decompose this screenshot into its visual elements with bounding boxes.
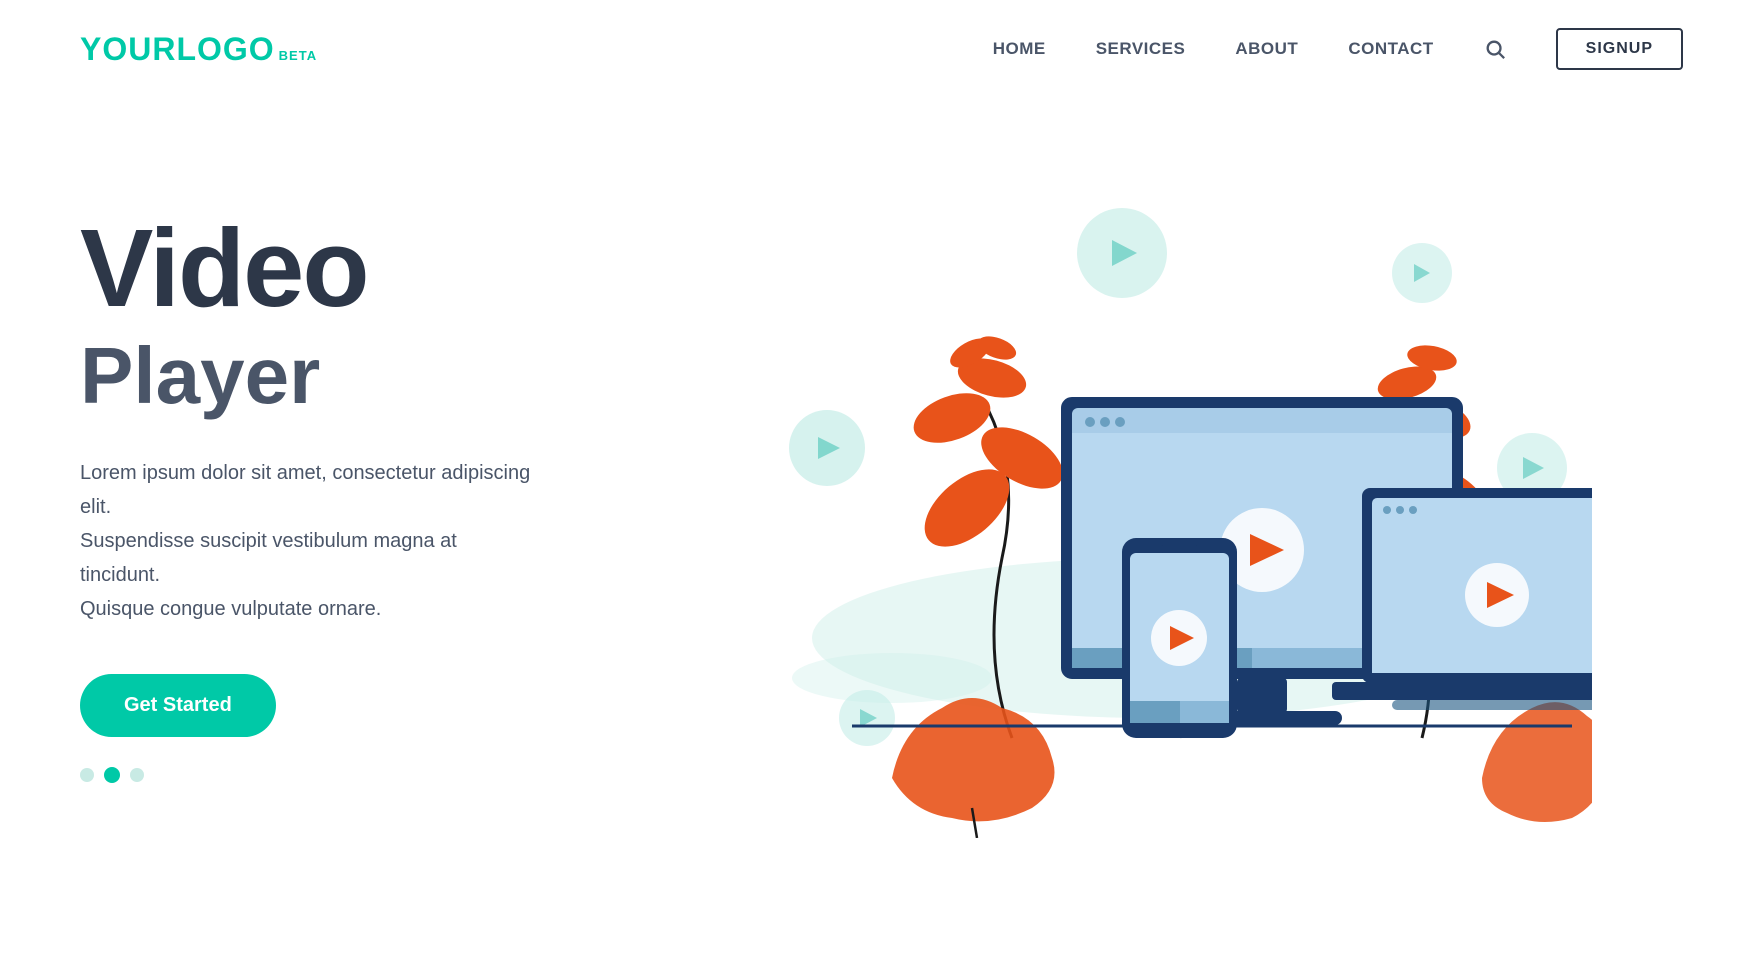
search-icon: [1484, 38, 1506, 60]
signup-button[interactable]: SIGNUP: [1556, 28, 1683, 70]
hero-title-video: Video: [80, 214, 600, 324]
logo-beta: BETA: [279, 48, 317, 63]
search-button[interactable]: [1484, 38, 1506, 60]
nav-home[interactable]: HOME: [993, 39, 1046, 59]
hero-description: Lorem ipsum dolor sit amet, consectetur …: [80, 456, 540, 626]
hero-illustration: [600, 148, 1683, 848]
illustration-svg: [692, 158, 1592, 838]
hero-left: Video Player Lorem ipsum dolor sit amet,…: [80, 214, 600, 783]
get-started-button[interactable]: Get Started: [80, 674, 276, 737]
logo[interactable]: YOURLOGO BETA: [80, 31, 317, 68]
main-nav: HOME SERVICES ABOUT CONTACT SIGNUP: [993, 28, 1683, 70]
hero-title-player: Player: [80, 332, 600, 420]
logo-text: YOURLOGO: [80, 31, 275, 68]
dot-2[interactable]: [104, 767, 120, 783]
nav-about[interactable]: ABOUT: [1235, 39, 1298, 59]
hero-section: Video Player Lorem ipsum dolor sit amet,…: [0, 98, 1763, 918]
carousel-dots: [80, 767, 600, 783]
nav-services[interactable]: SERVICES: [1096, 39, 1186, 59]
dot-3[interactable]: [130, 768, 144, 782]
header: YOURLOGO BETA HOME SERVICES ABOUT CONTAC…: [0, 0, 1763, 98]
nav-contact[interactable]: CONTACT: [1348, 39, 1433, 59]
dot-1[interactable]: [80, 768, 94, 782]
